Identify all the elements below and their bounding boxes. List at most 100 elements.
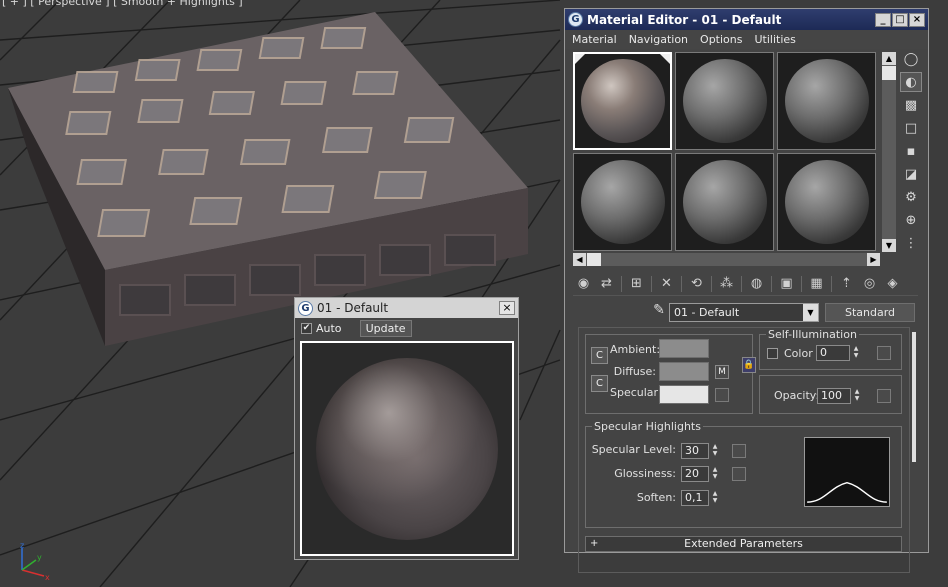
sample-slot-1[interactable] <box>573 52 672 150</box>
glossiness-spinner[interactable]: 20 <box>681 466 709 482</box>
put-to-library-icon[interactable]: ◍ <box>746 274 767 294</box>
update-button[interactable]: Update <box>359 319 412 337</box>
preview-titlebar[interactable]: G 01 - Default × <box>295 298 518 318</box>
specular-level-label: Specular Level: <box>591 443 676 456</box>
axis-tripod-icon: x z y <box>20 542 50 582</box>
sample-slot-6[interactable] <box>777 153 876 251</box>
diffuse-color-swatch[interactable] <box>659 362 709 381</box>
self-illum-map-button[interactable] <box>877 346 891 360</box>
auto-checkbox[interactable]: ✔ <box>301 322 312 334</box>
scroll-right-icon[interactable]: ▶ <box>867 253 880 266</box>
spinner-arrows-icon[interactable]: ▲ ▼ <box>710 443 720 459</box>
expand-plus-icon: + <box>590 538 599 549</box>
material-map-navigator-icon[interactable]: ⋮ <box>900 233 922 253</box>
sample-slot-4[interactable] <box>573 153 672 251</box>
preview-render-area[interactable] <box>300 341 514 556</box>
app-logo-icon: G <box>568 12 583 27</box>
go-forward-to-sibling-icon[interactable]: ◎ <box>859 274 880 294</box>
scroll-thumb[interactable] <box>587 253 601 266</box>
put-to-scene-icon[interactable]: ⇄ <box>596 274 617 294</box>
reset-map-icon[interactable]: ✕ <box>656 274 677 294</box>
opacity-group: Opacity: 100 ▲ ▼ <box>759 375 902 414</box>
material-type-button[interactable]: Standard <box>825 302 915 322</box>
specular-map-button[interactable] <box>715 388 729 402</box>
specular-level-map-button[interactable] <box>732 444 746 458</box>
opacity-label: Opacity: <box>774 389 820 402</box>
slot-corner-icon <box>575 54 585 64</box>
slots-horizontal-scrollbar[interactable]: ◀ ▶ <box>573 253 880 266</box>
sample-sphere <box>580 160 665 244</box>
close-button[interactable]: × <box>499 301 515 315</box>
make-unique-icon[interactable]: ⁂ <box>716 274 737 294</box>
select-by-material-icon[interactable]: ⊕ <box>900 210 922 230</box>
app-logo-icon: G <box>298 300 313 316</box>
self-illum-value-spinner[interactable]: 0 <box>816 345 850 361</box>
material-name-field[interactable]: 01 - Default ▼ <box>669 302 819 322</box>
background-icon[interactable]: ▩ <box>900 95 922 115</box>
spinner-arrows-icon[interactable]: ▲ ▼ <box>852 388 862 404</box>
menu-options[interactable]: Options <box>700 33 742 46</box>
slots-vertical-scrollbar[interactable]: ▲ ▼ <box>882 52 896 252</box>
backlight-icon[interactable]: ◐ <box>900 72 922 92</box>
diffuse-map-button[interactable]: M <box>715 365 729 379</box>
self-illum-color-checkbox[interactable] <box>767 348 778 359</box>
lock-icon[interactable]: 🔒 <box>742 357 756 373</box>
scroll-down-icon[interactable]: ▼ <box>882 239 896 252</box>
menu-material[interactable]: Material <box>572 33 617 46</box>
rollout-scrollbar[interactable] <box>912 332 916 462</box>
glossiness-map-button[interactable] <box>732 467 746 481</box>
diffuse-specular-lock-button[interactable]: C <box>591 375 608 392</box>
sample-slots <box>573 52 880 252</box>
spinner-arrows-icon[interactable]: ▲ ▼ <box>710 466 720 482</box>
sample-uv-tiling-icon[interactable]: □ <box>900 118 922 138</box>
material-id-channel-icon[interactable]: ▣ <box>776 274 797 294</box>
scroll-left-icon[interactable]: ◀ <box>573 253 586 266</box>
viewport-label[interactable]: [ + ] [ Perspective ] [ Smooth + Highlig… <box>2 0 243 8</box>
scroll-up-icon[interactable]: ▲ <box>882 52 896 65</box>
material-editor-body: ▲ ▼ ◀ ▶ ◯ ◐ ▩ □ ▪ ◪ ⚙ ⊕ ⋮ ◉ ⇄ ⊞ ✕ ⟲ ⁂ ◍ … <box>565 49 928 573</box>
menu-utilities[interactable]: Utilities <box>754 33 795 46</box>
ambient-color-swatch[interactable] <box>659 339 709 358</box>
scroll-thumb[interactable] <box>882 66 896 80</box>
blinn-basic-parameters: C C Ambient: Diffuse: Specular: M 🔒 <box>585 334 756 414</box>
assign-to-selection-icon[interactable]: ⊞ <box>626 274 647 294</box>
sample-slot-5[interactable] <box>675 153 774 251</box>
material-name-value: 01 - Default <box>674 305 740 319</box>
video-color-check-icon[interactable]: ▪ <box>900 141 922 161</box>
preview-title: 01 - Default <box>317 301 389 315</box>
close-button[interactable]: × <box>909 12 925 27</box>
menu-navigation[interactable]: Navigation <box>629 33 688 46</box>
svg-text:y: y <box>37 553 42 562</box>
show-end-result-icon[interactable]: ◈ <box>882 274 903 294</box>
ambient-label: Ambient: <box>610 343 661 356</box>
options-icon[interactable]: ⚙ <box>900 187 922 207</box>
minimize-button[interactable]: _ <box>875 12 891 27</box>
sample-slot-3[interactable] <box>777 52 876 150</box>
material-editor-titlebar[interactable]: G Material Editor - 01 - Default _ □ × <box>565 9 928 30</box>
glossiness-label: Glossiness: <box>614 467 676 480</box>
chevron-down-icon[interactable]: ▼ <box>803 303 818 321</box>
eyedropper-icon[interactable]: ✎ <box>649 302 669 322</box>
make-preview-icon[interactable]: ◪ <box>900 164 922 184</box>
opacity-map-button[interactable] <box>877 389 891 403</box>
preview-toolbar: ✔ Auto Update <box>295 318 518 338</box>
material-editor-window[interactable]: G Material Editor - 01 - Default _ □ × M… <box>564 8 929 573</box>
specular-level-spinner[interactable]: 30 <box>681 443 709 459</box>
sample-type-icon[interactable]: ◯ <box>900 49 922 69</box>
spinner-arrows-icon[interactable]: ▲ ▼ <box>710 490 720 506</box>
spinner-arrows-icon[interactable]: ▲ ▼ <box>851 345 861 361</box>
go-to-parent-icon[interactable]: ⇡ <box>836 274 857 294</box>
ambient-diffuse-lock-button[interactable]: C <box>591 347 608 364</box>
opacity-spinner[interactable]: 100 <box>817 388 851 404</box>
maximize-button[interactable]: □ <box>892 12 908 27</box>
extended-parameters-rollout[interactable]: + Extended Parameters <box>585 536 902 552</box>
self-illumination-title: Self-Illumination <box>766 328 859 341</box>
basic-parameters-rollout: C C Ambient: Diffuse: Specular: M 🔒 Self… <box>578 327 910 573</box>
show-map-in-viewport-icon[interactable]: ▦ <box>806 274 827 294</box>
sample-slot-2[interactable] <box>675 52 774 150</box>
soften-spinner[interactable]: 0,1 <box>681 490 709 506</box>
make-copy-icon[interactable]: ⟲ <box>686 274 707 294</box>
get-material-icon[interactable]: ◉ <box>573 274 594 294</box>
specular-color-swatch[interactable] <box>659 385 709 404</box>
material-preview-window[interactable]: G 01 - Default × ✔ Auto Update <box>294 297 519 560</box>
